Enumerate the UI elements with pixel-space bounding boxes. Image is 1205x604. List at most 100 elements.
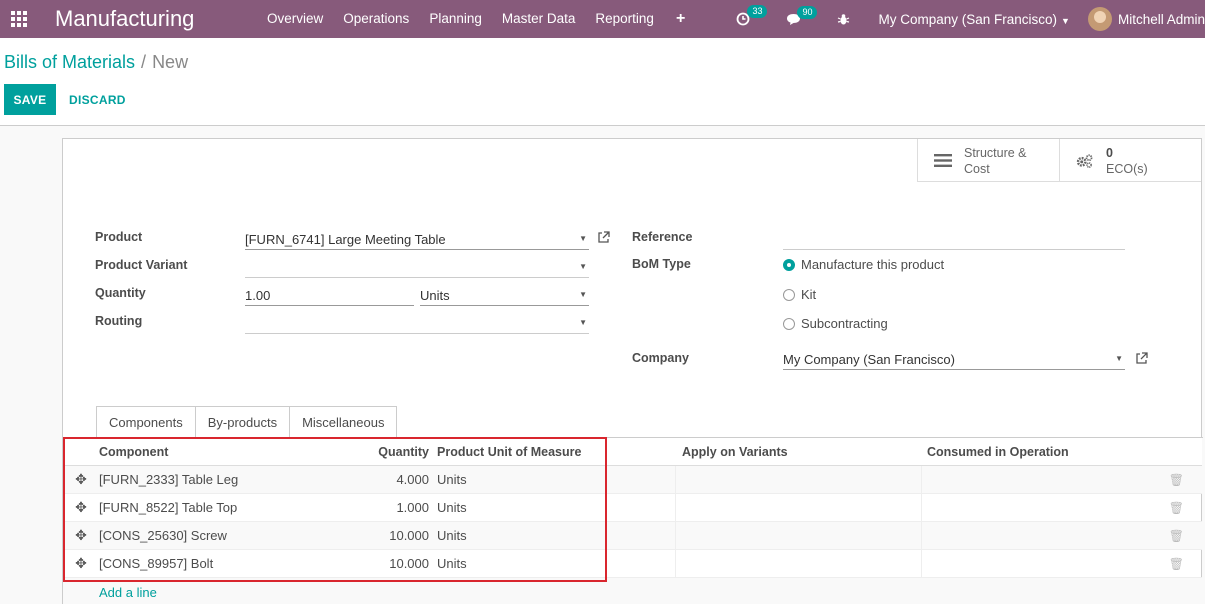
menu-reporting[interactable]: Reporting — [585, 0, 664, 38]
trash-icon[interactable]: 🗑 — [1169, 501, 1184, 515]
cell-component[interactable]: [FURN_8522] Table Top — [99, 500, 237, 515]
table-row[interactable]: ✥ [CONS_89957] Bolt 10.000 Units 🗑 — [63, 550, 1202, 578]
structure-label-1: Structure & — [964, 145, 1027, 160]
user-menu[interactable]: Mitchell Admin — [1087, 7, 1205, 31]
tab-components[interactable]: Components — [96, 406, 196, 438]
eco-button[interactable]: 0 ECO(s) — [1059, 139, 1201, 182]
radio-unchecked-icon[interactable] — [783, 288, 795, 301]
header-component[interactable]: Component — [99, 445, 168, 459]
column-divider — [921, 466, 922, 493]
cell-component[interactable]: [FURN_2333] Table Leg — [99, 472, 238, 487]
bom-type-manufacture-label: Manufacture this product — [801, 257, 945, 272]
trash-icon[interactable]: 🗑 — [1169, 529, 1184, 543]
cell-uom[interactable]: Units — [437, 472, 467, 487]
column-divider — [675, 550, 676, 577]
bom-type-kit[interactable]: Kit — [783, 287, 816, 302]
table-header: Component Quantity Product Unit of Measu… — [63, 438, 1202, 466]
reference-field[interactable] — [783, 228, 1125, 250]
external-link-icon[interactable] — [1135, 352, 1148, 368]
company-switcher[interactable]: My Company (San Francisco) ▼ — [878, 12, 1069, 27]
menu-overview[interactable]: Overview — [257, 0, 333, 38]
cell-uom[interactable]: Units — [437, 528, 467, 543]
bom-type-subcontracting-label: Subcontracting — [801, 316, 888, 331]
cell-quantity[interactable]: 4.000 — [323, 472, 429, 487]
cell-quantity[interactable]: 10.000 — [323, 528, 429, 543]
header-uom[interactable]: Product Unit of Measure — [437, 445, 581, 459]
column-divider — [675, 522, 676, 549]
save-button[interactable]: SAVE — [4, 84, 56, 115]
menu-master-data[interactable]: Master Data — [492, 0, 586, 38]
main-menu: Overview Operations Planning Master Data… — [257, 0, 697, 38]
drag-handle-icon[interactable]: ✥ — [63, 499, 99, 516]
radio-unchecked-icon[interactable] — [783, 317, 795, 330]
drag-handle-icon[interactable]: ✥ — [63, 471, 99, 488]
caret-down-icon: ▼ — [579, 318, 587, 327]
structure-cost-button[interactable]: Structure & Cost — [917, 139, 1059, 182]
table-row[interactable]: ✥ [FURN_2333] Table Leg 4.000 Units 🗑 — [63, 466, 1202, 494]
drag-handle-icon[interactable]: ✥ — [63, 555, 99, 572]
discard-button[interactable]: DISCARD — [62, 84, 133, 115]
uom-field[interactable]: Units ▼ — [420, 284, 589, 306]
routing-field[interactable]: ▼ — [245, 312, 589, 334]
radio-checked-icon[interactable] — [783, 258, 795, 271]
systray: 33 90 My Company (San Francisco) ▼ Mitche… — [726, 0, 1205, 38]
breadcrumb-parent[interactable]: Bills of Materials — [4, 52, 135, 72]
company-name: My Company (San Francisco) — [878, 11, 1058, 27]
external-link-icon[interactable] — [597, 231, 610, 247]
bom-type-subcontracting[interactable]: Subcontracting — [783, 316, 888, 331]
debug-button[interactable] — [837, 13, 850, 26]
table-row[interactable]: ✥ [CONS_25630] Screw 10.000 Units 🗑 — [63, 522, 1202, 550]
quantity-field[interactable]: 1.00 — [245, 284, 414, 306]
eco-count: 0 — [1106, 145, 1113, 160]
add-line-link[interactable]: Add a line — [63, 578, 1202, 604]
bom-type-manufacture[interactable]: Manufacture this product — [783, 257, 944, 272]
header-consumed-operation[interactable]: Consumed in Operation — [927, 445, 1069, 459]
column-divider — [921, 494, 922, 521]
caret-down-icon: ▼ — [1061, 15, 1070, 26]
top-navbar: Manufacturing Overview Operations Planni… — [0, 0, 1205, 38]
variant-field[interactable]: ▼ — [245, 256, 589, 278]
column-divider — [921, 522, 922, 549]
cell-component[interactable]: [CONS_25630] Screw — [99, 528, 227, 543]
plus-icon[interactable]: + — [664, 0, 697, 38]
table-row[interactable]: ✥ [FURN_8522] Table Top 1.000 Units 🗑 — [63, 494, 1202, 522]
header-quantity[interactable]: Quantity — [323, 445, 429, 459]
cell-quantity[interactable]: 10.000 — [323, 556, 429, 571]
messages-badge: 90 — [797, 5, 818, 19]
uom-value: Units — [420, 288, 450, 303]
cell-uom[interactable]: Units — [437, 500, 467, 515]
cell-component[interactable]: [CONS_89957] Bolt — [99, 556, 213, 571]
breadcrumb: Bills of Materials / New — [4, 52, 188, 73]
trash-icon[interactable]: 🗑 — [1169, 473, 1184, 487]
activity-button[interactable]: 33 — [736, 5, 768, 26]
tab-by-products[interactable]: By-products — [194, 406, 291, 438]
quantity-label: Quantity — [95, 286, 146, 300]
messages-button[interactable]: 90 — [786, 5, 818, 26]
button-box: Structure & Cost 0 ECO(s) — [917, 139, 1201, 182]
cell-quantity[interactable]: 1.000 — [323, 500, 429, 515]
cell-uom[interactable]: Units — [437, 556, 467, 571]
quantity-value: 1.00 — [245, 288, 271, 303]
company-field[interactable]: My Company (San Francisco) ▼ — [783, 348, 1125, 370]
product-field[interactable]: [FURN_6741] Large Meeting Table ▼ — [245, 228, 589, 250]
caret-down-icon: ▼ — [579, 262, 587, 271]
reference-label: Reference — [632, 230, 693, 244]
column-divider — [675, 494, 676, 521]
column-divider — [675, 466, 676, 493]
apps-menu-icon[interactable] — [0, 0, 38, 38]
tab-miscellaneous[interactable]: Miscellaneous — [289, 406, 398, 438]
trash-icon[interactable]: 🗑 — [1169, 557, 1184, 571]
menu-operations[interactable]: Operations — [333, 0, 419, 38]
company-label: Company — [632, 351, 689, 365]
components-table: Component Quantity Product Unit of Measu… — [63, 438, 1202, 604]
breadcrumb-current: New — [152, 52, 189, 72]
variant-label: Product Variant — [95, 258, 188, 272]
header-apply-variants[interactable]: Apply on Variants — [682, 445, 788, 459]
app-title: Manufacturing — [55, 6, 195, 31]
menu-planning[interactable]: Planning — [419, 0, 492, 38]
form-sheet: Structure & Cost 0 ECO(s) Product [FURN_67… — [62, 138, 1203, 604]
drag-handle-icon[interactable]: ✥ — [63, 527, 99, 544]
breadcrumb-separator: / — [141, 52, 147, 72]
company-value: My Company (San Francisco) — [783, 352, 955, 367]
product-label: Product — [95, 230, 143, 244]
